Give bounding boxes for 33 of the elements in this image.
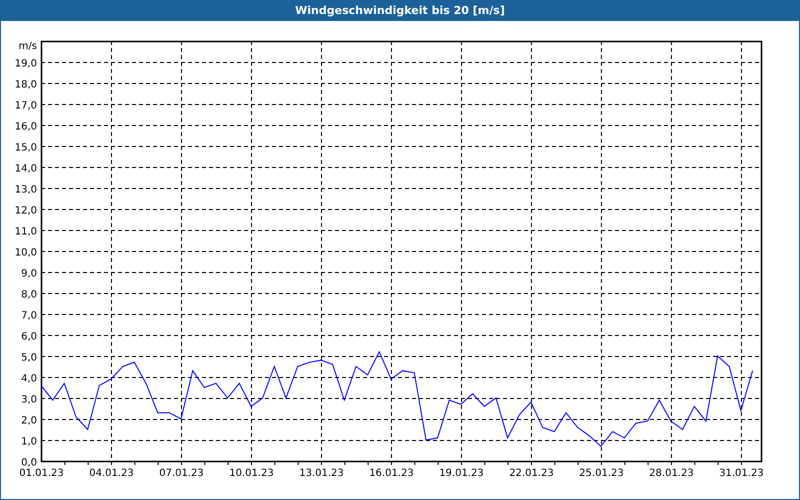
y-tick-label: 15,0: [14, 142, 37, 154]
y-tick-label: 4,0: [21, 374, 37, 384]
y-tick-label: 17,0: [14, 100, 37, 112]
y-tick-label: 12,0: [14, 206, 37, 216]
y-tick-label: 0,0: [21, 458, 37, 468]
y-tick-label: 18,0: [14, 80, 37, 90]
x-tick-label: 22.01.23: [509, 468, 554, 479]
x-tick-label: 07.01.23: [159, 468, 204, 479]
y-tick-label: 6,0: [21, 332, 37, 342]
y-tick-label: 5,0: [21, 352, 37, 364]
y-tick-label: 11,0: [14, 226, 37, 238]
y-axis-unit: m/s: [18, 41, 37, 52]
x-tick-label: 13.01.23: [299, 468, 344, 479]
x-tick-label: 04.01.23: [89, 468, 134, 479]
x-tick-label: 25.01.23: [579, 468, 624, 479]
x-tick-label: 16.01.23: [369, 468, 414, 479]
y-tick-label: 2,0: [21, 416, 37, 426]
y-tick-label: 19,0: [14, 58, 37, 70]
y-tick-label: 7,0: [21, 310, 37, 322]
window-title: Windgeschwindigkeit bis 20 [m/s]: [295, 2, 505, 19]
x-tick-label: 28.01.23: [649, 468, 694, 479]
x-tick-label: 10.01.23: [229, 468, 274, 479]
y-tick-label: 1,0: [21, 436, 37, 448]
y-tick-label: 8,0: [21, 290, 37, 300]
y-tick-label: 9,0: [21, 268, 37, 280]
x-tick-label: 01.01.23: [19, 468, 64, 479]
y-tick-label: 10,0: [14, 248, 37, 258]
y-tick-label: 13,0: [14, 184, 37, 196]
y-tick-label: 16,0: [14, 122, 37, 132]
x-tick-label: 19.01.23: [439, 468, 484, 479]
x-tick-label: 31.01.23: [719, 468, 764, 479]
y-tick-label: 14,0: [14, 164, 37, 174]
y-tick-label: 3,0: [21, 394, 37, 406]
